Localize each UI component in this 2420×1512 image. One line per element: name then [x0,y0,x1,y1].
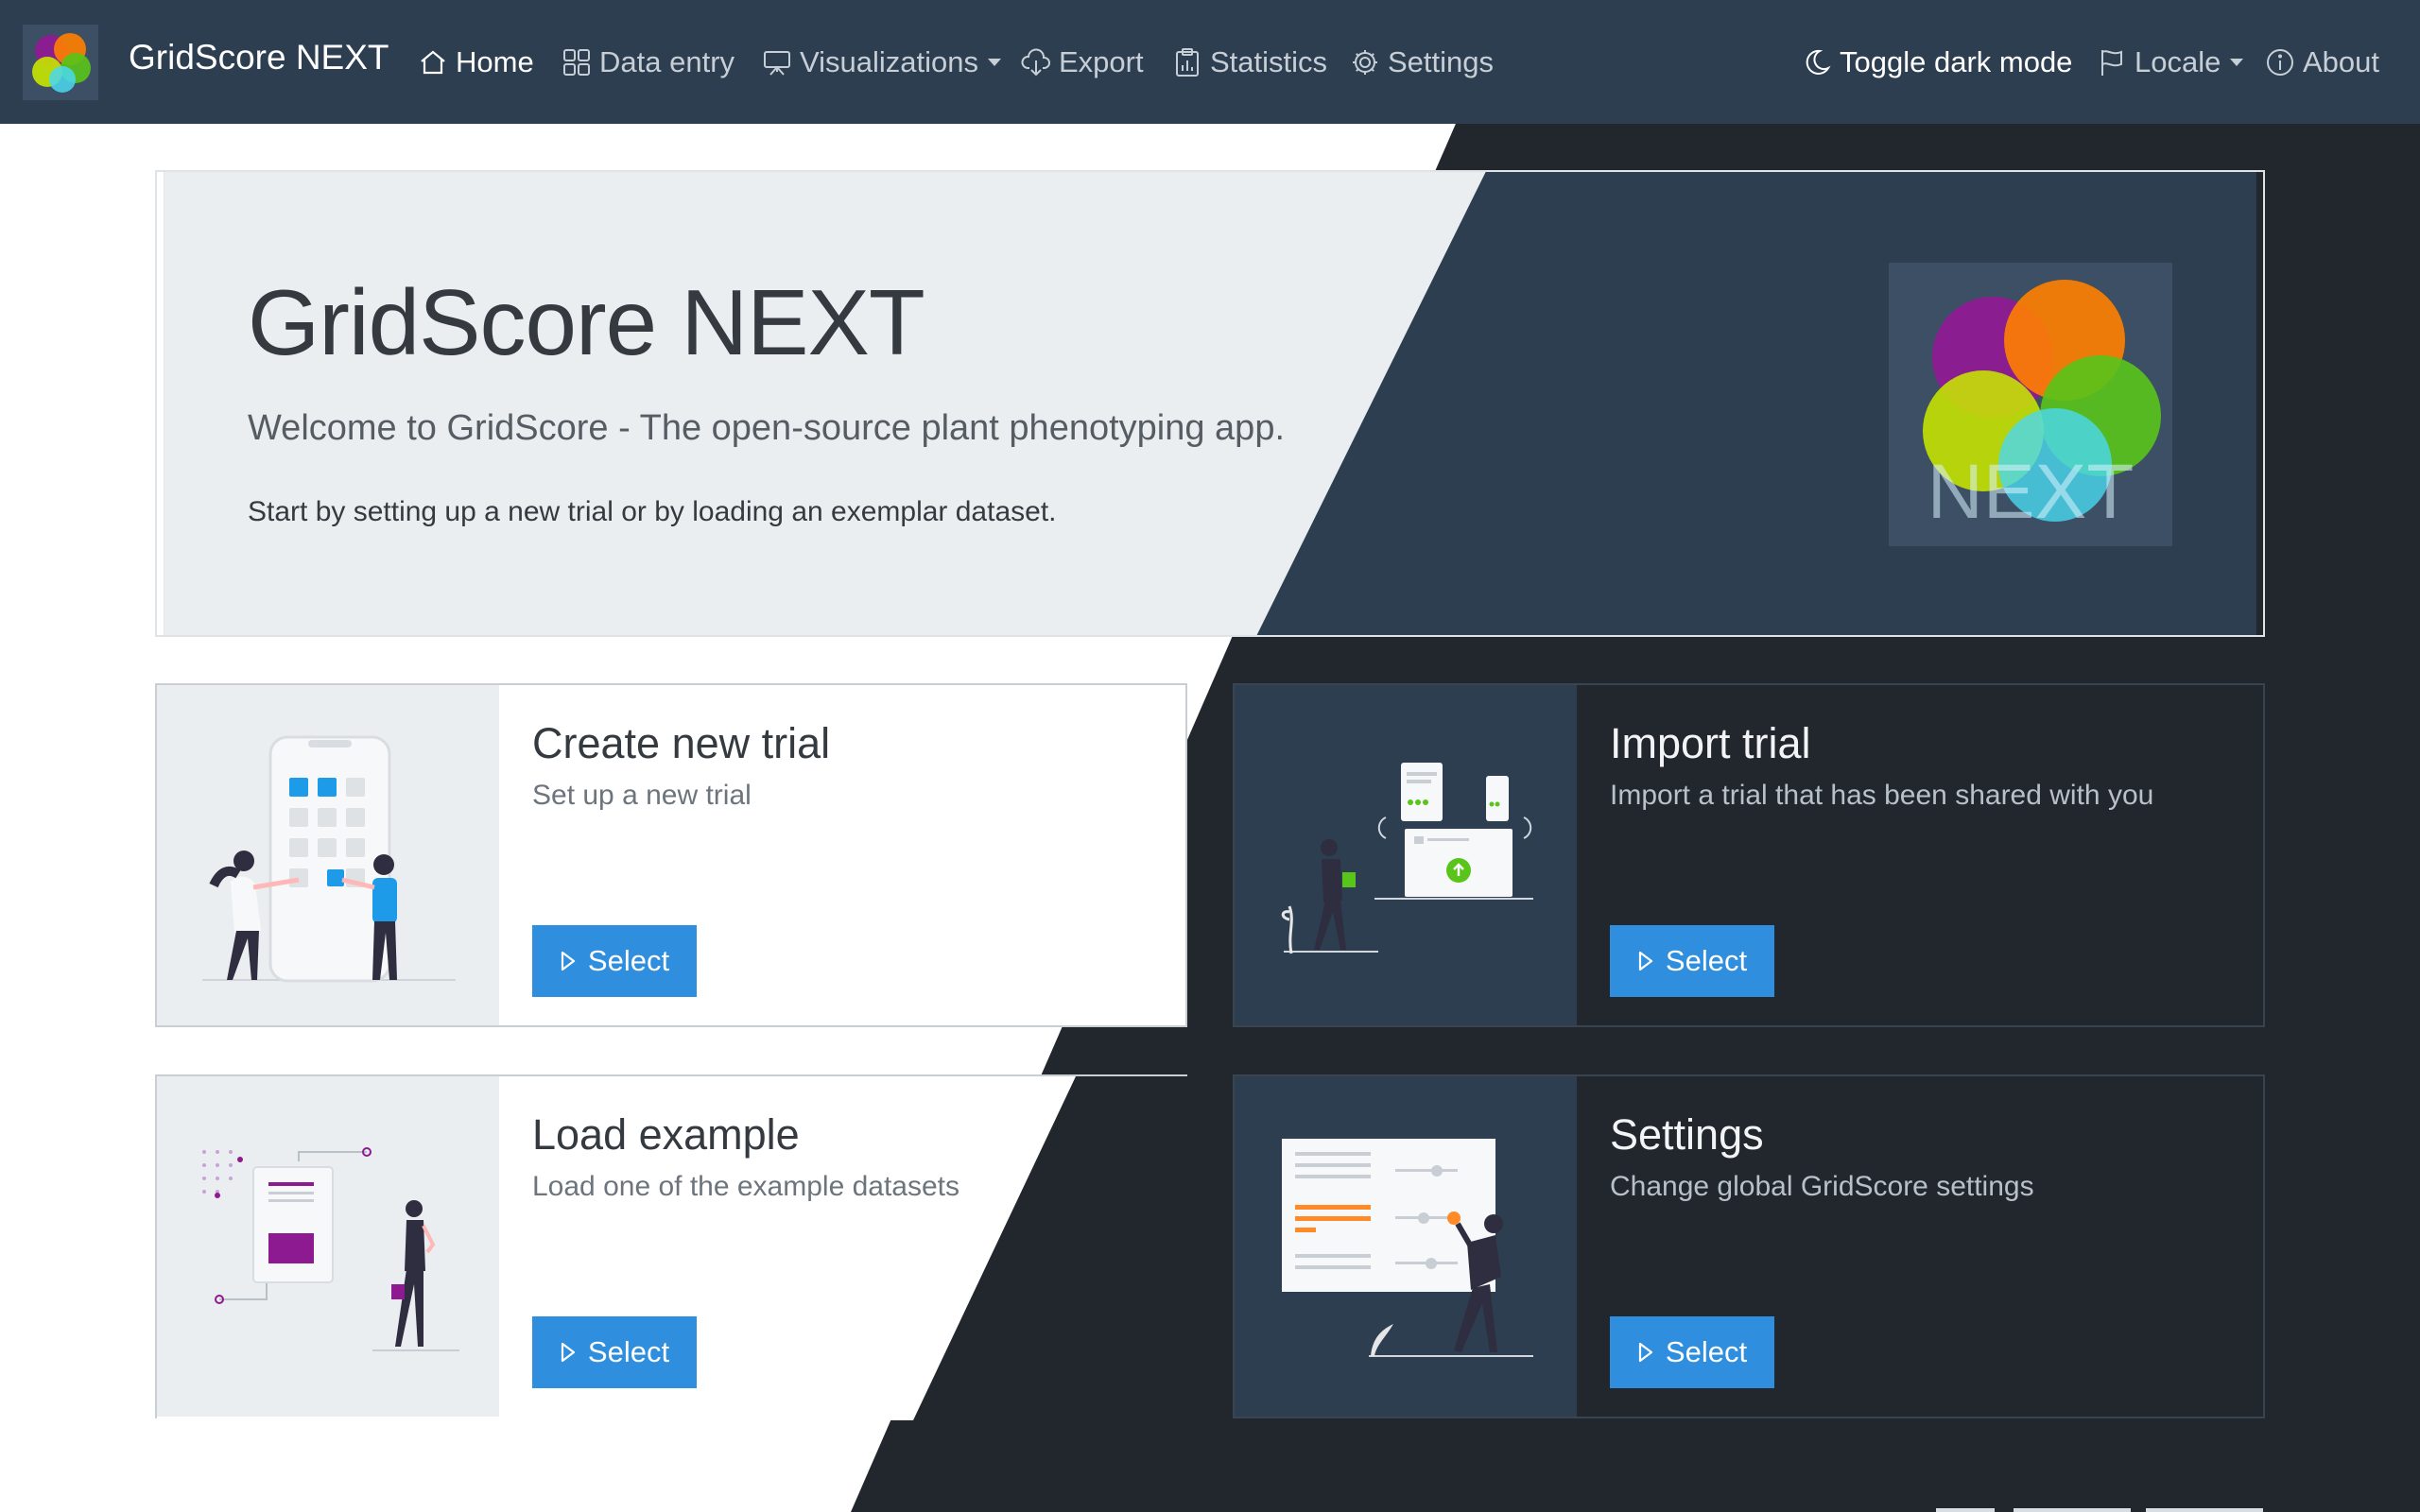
load-example-select-button[interactable]: Select [532,1316,697,1388]
card-subtitle: Set up a new trial [532,780,752,811]
nav-data-entry-label: Data entry [599,45,735,78]
chevron-down-icon [2230,59,2244,66]
nav-home[interactable]: Home [418,43,534,81]
toggle-dark-mode-label: Toggle dark mode [1840,45,2073,78]
chevron-down-icon [987,59,1001,66]
nav-statistics[interactable]: Statistics [1172,43,1327,81]
person-adjusting-sliders-illustration [1235,1076,1577,1417]
info-circle-icon [2267,49,2293,76]
card-title: Create new trial [532,719,831,767]
nav-settings[interactable]: Settings [1350,43,1494,81]
select-button-label: Select [1665,1335,1748,1368]
footer-partial-element [2146,1508,2263,1512]
import-trial-select-button[interactable]: Select [1610,925,1774,997]
brand-name[interactable]: GridScore NEXT [129,38,389,77]
moon-icon [1806,49,1831,75]
nav-about[interactable]: About [2265,43,2379,81]
woman-with-document-illustration [157,1076,499,1417]
toggle-dark-mode-button[interactable]: Toggle dark mode [1802,43,2072,81]
logo-next-text: NEXT [1927,449,2135,535]
brand-logo-icon[interactable] [23,25,98,100]
house-icon [421,50,445,75]
gridscore-logo-icon: NEXT [1889,263,2172,546]
nav-statistics-label: Statistics [1210,45,1328,78]
load-example-card: Load example Load one of the example dat… [155,1074,1189,1420]
gear-icon [1353,50,1377,75]
easel-icon [764,51,790,76]
nav-visualizations-label: Visualizations [800,45,978,78]
nav-export[interactable]: Export [1021,43,1144,81]
card-title: Load example [532,1110,800,1159]
play-icon [561,1342,576,1363]
nav-locale-dropdown[interactable]: Locale [2097,43,2244,81]
card-subtitle: Change global GridScore settings [1610,1171,2034,1202]
nav-export-label: Export [1059,45,1144,78]
hero-subtitle: Welcome to GridScore - The open-source p… [248,408,1286,448]
nav-about-label: About [2303,45,2380,78]
select-button-label: Select [587,944,670,977]
settings-card: Settings Change global GridScore setting… [1233,1074,2265,1418]
grid-icon [563,49,590,76]
people-at-phone-illustration [157,685,499,1025]
import-trial-card: Import trial Import a trial that has bee… [1233,683,2265,1027]
card-subtitle: Import a trial that has been shared with… [1610,780,2154,811]
top-navbar: GridScore NEXT Home Data entry Visualiza… [0,0,2420,124]
hero-title: GridScore NEXT [248,270,925,374]
nav-visualizations[interactable]: Visualizations [762,43,1001,81]
card-title: Settings [1610,1110,1764,1159]
play-icon [1638,1342,1653,1363]
select-button-label: Select [587,1335,670,1368]
play-icon [561,951,576,971]
nav-home-label: Home [456,45,534,78]
flag-icon [2101,50,2122,76]
card-title: Import trial [1610,719,1811,767]
create-trial-card: Create new trial Set up a new trial Sele… [155,683,1187,1027]
nav-settings-label: Settings [1388,45,1495,78]
sync-devices-illustration [1235,685,1577,1025]
play-icon [1638,951,1653,971]
clipboard-data-icon [1176,48,1199,77]
footer-partial-element [1936,1508,1995,1512]
create-trial-select-button[interactable]: Select [532,925,697,997]
nav-data-entry[interactable]: Data entry [562,43,735,81]
cloud-download-icon [1021,48,1050,77]
card-subtitle: Load one of the example datasets [532,1171,959,1202]
footer-partial-element [2014,1508,2131,1512]
select-button-label: Select [1665,944,1748,977]
hero-description: Start by setting up a new trial or by lo… [248,496,1057,527]
settings-select-button[interactable]: Select [1610,1316,1774,1388]
nav-locale-label: Locale [2135,45,2221,78]
